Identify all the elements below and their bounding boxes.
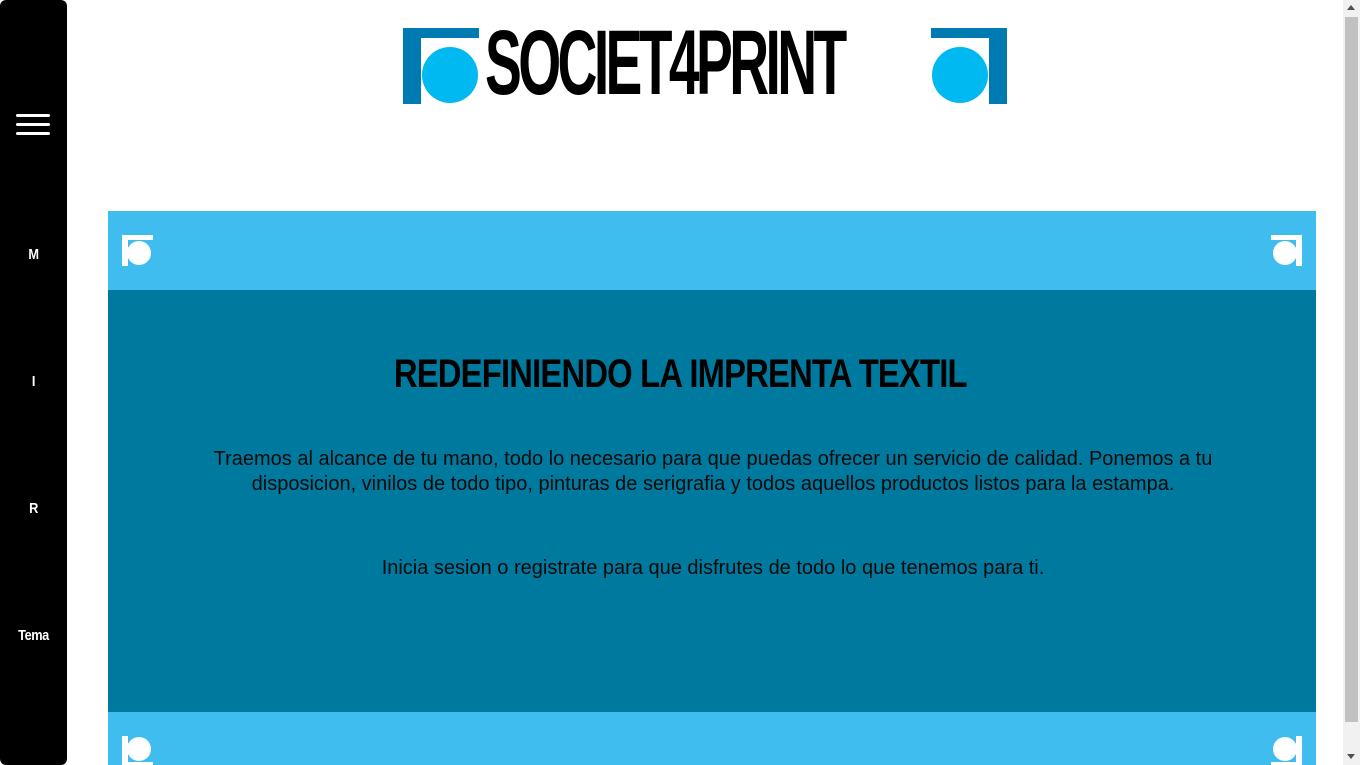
scroll-down-icon[interactable]: [1347, 754, 1355, 759]
circle-bracket-icon: [1271, 736, 1302, 765]
logo-right-icon: [931, 28, 1007, 104]
sidebar-item-tema[interactable]: Tema: [5, 627, 62, 644]
scroll-thumb[interactable]: [1345, 17, 1358, 722]
circle-bracket-icon: [122, 235, 153, 266]
logo-wordmark: SOCIET4PRINT: [485, 12, 847, 114]
hero-cta-text: Inicia sesion o registrate para que disf…: [381, 557, 1045, 579]
scroll-up-icon[interactable]: [1347, 5, 1355, 10]
hamburger-line: [16, 123, 50, 126]
sidebar-item-r[interactable]: R: [5, 500, 62, 517]
hamburger-line: [16, 132, 50, 135]
circle-bracket-icon: [122, 736, 153, 765]
hero-heading: REDEFINIENDO LA IMPRENTA TEXTIL: [0, 352, 1360, 397]
circle-bracket-icon: [1271, 235, 1302, 266]
sidebar-item-m[interactable]: M: [5, 246, 62, 263]
hamburger-menu-icon[interactable]: [16, 114, 50, 138]
top-band: [108, 211, 1316, 290]
hero-description: Traemos al alcance de tu mano, todo lo n…: [213, 448, 1213, 495]
hero-title: REDEFINIENDO LA IMPRENTA TEXTIL: [393, 352, 968, 396]
hamburger-line: [16, 114, 50, 117]
vertical-scrollbar[interactable]: [1343, 0, 1360, 765]
logo-left-icon: [403, 28, 479, 104]
bottom-band: [108, 712, 1316, 765]
site-logo[interactable]: SOCIET4PRINT: [403, 17, 1007, 109]
